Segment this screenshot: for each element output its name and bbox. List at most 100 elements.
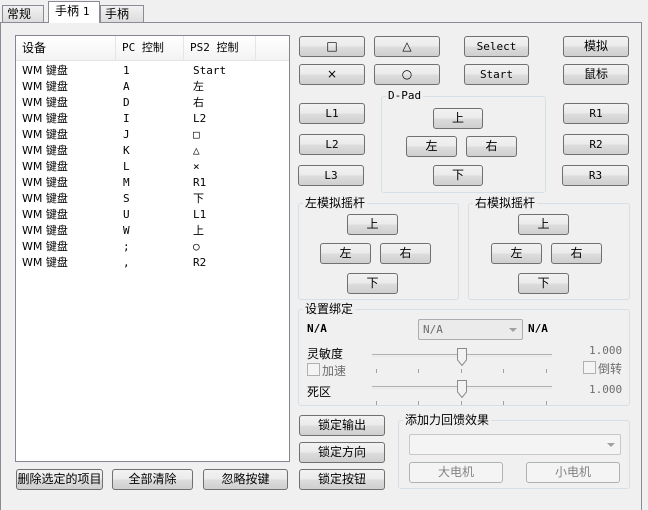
cell-device: WM 键盘 [22,176,68,189]
r3-button[interactable]: R3 [562,165,629,186]
button-label: 删除选定的项目 [17,472,102,486]
lock-direction-button[interactable]: 锁定方向 [299,442,385,463]
column-header-ps2-control[interactable]: PS2 控制 [184,36,256,60]
delete-selected-button[interactable]: 删除选定的项目 [16,469,103,490]
slider-tick [503,369,504,373]
cell-device: WM 键盘 [22,224,68,237]
l3-button[interactable]: L3 [298,165,364,186]
button-label: 下 [451,168,464,182]
cross-button[interactable]: × [299,64,365,85]
cell-ps2-control: □ [193,128,200,141]
button-label: R3 [588,169,603,182]
slider-tick [546,401,547,405]
triangle-button[interactable]: △ [374,36,440,57]
tab-number: 1 [82,5,90,18]
cell-device: WM 键盘 [22,144,68,157]
small-motor-button[interactable]: 小电机 [526,462,620,483]
start-button[interactable]: Start [464,64,529,85]
tab-general[interactable]: 常规 [2,5,44,23]
list-item[interactable]: WM 键盘, R2 [16,255,289,271]
right-stick-down-button[interactable]: 下 [518,273,569,294]
right-stick-left-button[interactable]: 左 [491,243,542,264]
cell-ps2-control: Start [193,64,227,77]
mouse-button[interactable]: 鼠标 [563,64,629,85]
list-item[interactable]: WM 键盘 M R1 [16,175,289,191]
button-label: L3 [324,169,338,182]
slider-thumb[interactable] [457,348,467,366]
deadzone-label: 死区 [307,385,332,399]
r1-button[interactable]: R1 [563,103,629,124]
cell-device: WM 键盘 [22,160,68,173]
left-stick-down-button[interactable]: 下 [347,273,398,294]
chevron-down-icon [509,328,517,332]
cell-ps2-control: ○ [193,240,200,253]
list-item[interactable]: WM 键盘 I L2 [16,111,289,127]
list-item[interactable]: WM 键盘 U L1 [16,207,289,223]
lock-buttons-button[interactable]: 锁定按钮 [299,469,385,490]
button-label: 下 [537,276,550,290]
list-item[interactable]: WM 键盘 1 Start [16,63,289,79]
left-stick-left-button[interactable]: 左 [320,243,371,264]
ignore-key-button[interactable]: 忽略按键 [203,469,288,490]
analog-button[interactable]: 模拟 [563,36,629,57]
l1-button[interactable]: L1 [299,103,365,124]
column-header-pc-control[interactable]: PC 控制 [116,36,184,60]
group-title: D-Pad [386,89,424,103]
slider-tick [376,401,377,405]
dpad-up-button[interactable]: 上 [433,108,483,129]
button-label: 小电机 [554,465,591,479]
cell-pc-control: I [123,112,130,125]
circle-button[interactable]: ○ [374,64,440,85]
r2-button[interactable]: R2 [563,134,629,155]
sensitivity-slider[interactable] [372,346,552,376]
button-label: 锁定按钮 [317,472,366,486]
list-item[interactable]: WM 键盘 D 右 [16,95,289,111]
list-item[interactable]: WM 键盘 L × [16,159,289,175]
button-label: 忽略按键 [221,472,270,486]
accelerate-label: 加速 [322,364,347,378]
list-item[interactable]: WM 键盘 K △ [16,143,289,159]
left-stick-up-button[interactable]: 上 [347,214,398,235]
invert-checkbox[interactable] [583,361,596,374]
cross-icon: × [326,67,338,81]
list-item[interactable]: WM 键盘 W 上 [16,223,289,239]
column-header-device[interactable]: 设备 [16,36,116,60]
right-stick-up-button[interactable]: 上 [518,214,569,235]
tab-page-edge [0,22,1,510]
button-label: R2 [589,138,603,151]
button-label: 上 [366,217,379,231]
lock-output-button[interactable]: 锁定输出 [299,415,385,436]
dpad-left-button[interactable]: 左 [406,136,457,157]
sensitivity-label: 灵敏度 [307,347,344,361]
list-item[interactable]: WM 键盘 J □ [16,127,289,143]
binding-list[interactable]: 设备 PC 控制 PS2 控制 WM 键盘 1 Start WM 键盘 A 左 WM 键盘 D… [15,35,290,462]
clear-all-button[interactable]: 全部清除 [112,469,193,490]
cell-pc-control: , [123,256,130,269]
dpad-down-button[interactable]: 下 [433,165,483,186]
tab-controller-2[interactable]: 手柄 2 [100,5,144,37]
big-motor-button[interactable]: 大电机 [409,462,503,483]
button-label: 上 [537,217,550,231]
dpad-right-button[interactable]: 右 [466,136,517,157]
select-button[interactable]: Select [464,36,529,57]
left-stick-right-button[interactable]: 右 [380,243,431,264]
cell-ps2-control: 下 [193,192,204,205]
binding-combo[interactable]: N/A [418,319,523,340]
deadzone-slider[interactable] [372,378,552,408]
right-stick-right-button[interactable]: 右 [551,243,602,264]
square-button[interactable]: □ [299,36,365,57]
force-feedback-combo[interactable] [409,434,621,455]
cell-ps2-control: R2 [193,256,207,269]
tab-controller-1[interactable]: 手柄 1 [48,1,100,23]
list-item[interactable]: WM 键盘; ○ [16,239,289,255]
list-item[interactable]: WM 键盘 A 左 [16,79,289,95]
accelerate-checkbox[interactable] [307,363,320,376]
tab-label: 手柄 [55,4,80,18]
cell-pc-control: A [123,80,130,93]
list-item[interactable]: WM 键盘 S 下 [16,191,289,207]
cell-pc-control: L [123,160,130,173]
button-label: 下 [366,276,379,290]
slider-thumb[interactable] [457,380,467,398]
button-label: Select [476,40,517,53]
l2-button[interactable]: L2 [299,134,365,155]
